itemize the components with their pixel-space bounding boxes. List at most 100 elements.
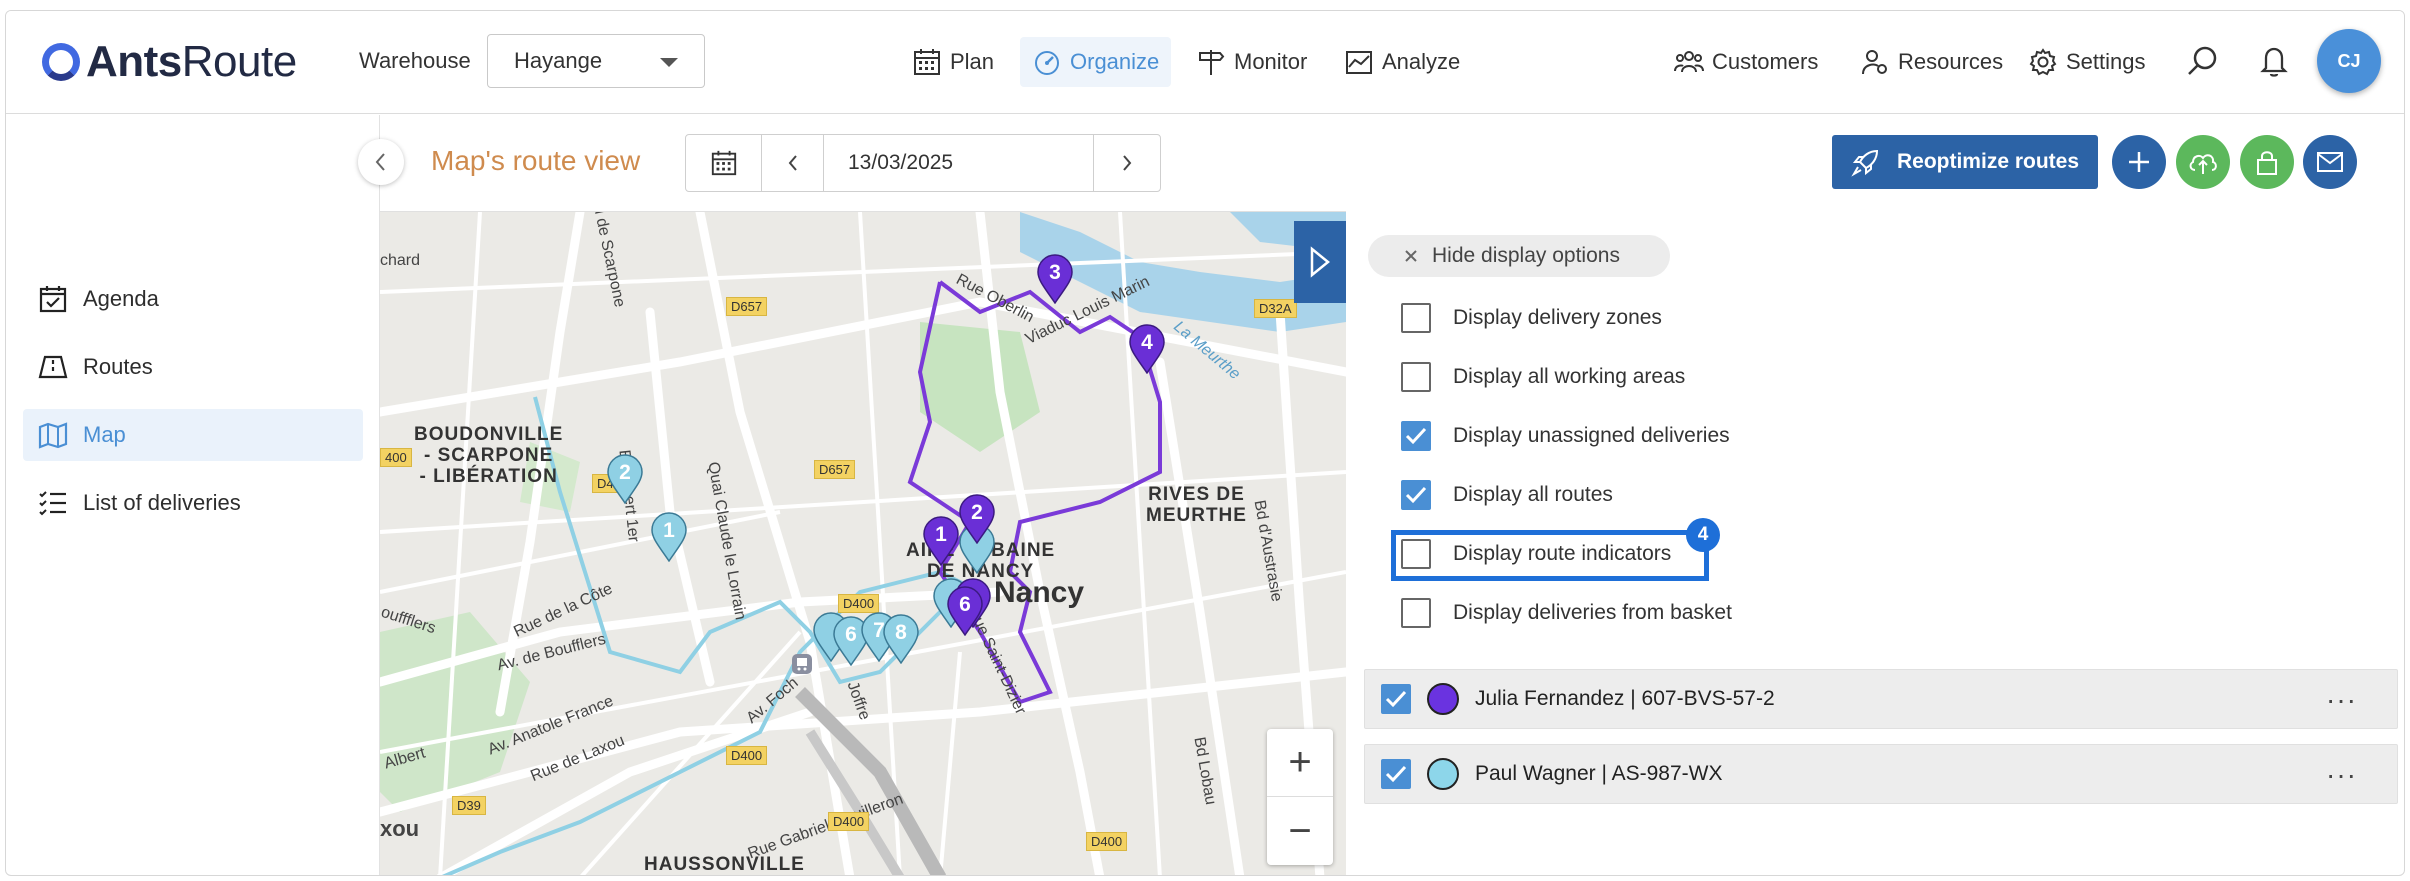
area-label-nancy: Nancy xyxy=(994,576,1085,609)
caret-down-icon xyxy=(660,58,678,67)
warehouse-select[interactable]: Hayange xyxy=(487,34,705,88)
nav-monitor[interactable]: Monitor xyxy=(1184,37,1319,87)
option-deliveries-from-basket[interactable]: Display deliveries from basket xyxy=(1401,593,1732,633)
svg-text:1: 1 xyxy=(935,523,947,546)
date-value[interactable]: 13/03/2025 xyxy=(824,135,1094,191)
sidebar-item-map[interactable]: Map xyxy=(23,409,363,461)
chevron-left-icon xyxy=(788,155,797,171)
area-label-haussonville: HAUSSONVILLE- BLANDAN xyxy=(644,854,805,875)
chevron-left-icon xyxy=(375,153,385,171)
agenda-icon xyxy=(39,286,67,313)
delivery-pin[interactable]: 8 xyxy=(882,614,920,664)
close-icon xyxy=(1405,250,1417,262)
svg-text:2: 2 xyxy=(971,501,983,524)
antsroute-logo[interactable]: AntsRoute xyxy=(42,37,297,87)
svg-text:1: 1 xyxy=(663,519,675,542)
train-station-icon xyxy=(792,654,812,674)
collapse-sidebar-button[interactable] xyxy=(358,139,404,185)
plus-icon xyxy=(2129,152,2149,172)
road-tag: D400 xyxy=(828,812,870,831)
delivery-pin[interactable]: 6 xyxy=(946,586,984,636)
users-icon xyxy=(1674,51,1704,73)
more-options-icon[interactable]: ··· xyxy=(2326,759,2357,791)
sidebar-item-agenda[interactable]: Agenda xyxy=(23,273,363,325)
svg-text:3: 3 xyxy=(1049,261,1061,284)
delivery-pin[interactable]: 2 xyxy=(958,494,996,544)
checkbox[interactable] xyxy=(1401,362,1431,392)
nav-resources[interactable]: Resources xyxy=(1848,37,2015,87)
option-unassigned-deliveries[interactable]: Display unassigned deliveries xyxy=(1401,416,1730,456)
zoom-in-button[interactable]: + xyxy=(1267,729,1333,797)
nav-plan[interactable]: Plan xyxy=(900,37,1006,87)
svg-text:8: 8 xyxy=(895,621,907,644)
svg-text:6: 6 xyxy=(959,593,971,616)
reoptimize-routes-button[interactable]: Reoptimize routes xyxy=(1832,135,2098,189)
checkbox-checked[interactable] xyxy=(1401,421,1431,451)
nav-organize[interactable]: Organize xyxy=(1020,37,1172,87)
signpost-icon xyxy=(1199,50,1225,75)
road-tag: 400 xyxy=(380,448,412,467)
area-label-rives-de-meurthe: RIVES DE MEURTHE xyxy=(1146,484,1247,526)
checkbox[interactable] xyxy=(1401,303,1431,333)
top-header: AntsRoute Warehouse Hayange Plan Organiz… xyxy=(6,11,2404,114)
option-all-routes[interactable]: Display all routes xyxy=(1401,475,1613,515)
map-canvas[interactable]: BOUDONVILLE- SCARPONE- LIBÉRATION AIRE U… xyxy=(380,211,1346,875)
svg-text:4: 4 xyxy=(1141,331,1153,354)
chevron-right-icon xyxy=(1123,155,1132,171)
route-row-paul-wagner[interactable]: Paul Wagner | AS-987-WX ··· xyxy=(1364,744,2398,804)
delivery-pin[interactable]: 1 xyxy=(650,512,688,562)
next-day-button[interactable] xyxy=(1094,135,1160,191)
delivery-pin[interactable]: 4 xyxy=(1128,324,1166,374)
avatar[interactable]: CJ xyxy=(2317,29,2381,93)
road-tag: D657 xyxy=(814,460,856,479)
add-button[interactable] xyxy=(2112,135,2166,189)
warehouse-value: Hayange xyxy=(514,48,603,73)
calendar-button[interactable] xyxy=(686,135,762,191)
email-button[interactable] xyxy=(2303,135,2357,189)
sidebar-item-list-of-deliveries[interactable]: List of deliveries xyxy=(23,477,363,529)
checkbox[interactable] xyxy=(1401,598,1431,628)
previous-day-button[interactable] xyxy=(762,135,824,191)
app-window: AntsRoute Warehouse Hayange Plan Organiz… xyxy=(5,10,2405,876)
road-tag: D400 xyxy=(726,746,768,765)
option-working-areas[interactable]: Display all working areas xyxy=(1401,357,1685,397)
nav-analyze[interactable]: Analyze xyxy=(1332,37,1472,87)
check-icon xyxy=(1405,427,1427,445)
zoom-controls: + − xyxy=(1267,729,1333,865)
checkbox-checked[interactable] xyxy=(1401,480,1431,510)
route-row-julia-fernandez[interactable]: Julia Fernandez | 607-BVS-57-2 ··· xyxy=(1364,669,2398,729)
notifications-button[interactable] xyxy=(2252,39,2296,83)
bell-icon xyxy=(2260,47,2288,77)
delivery-pin[interactable]: 3 xyxy=(1036,254,1074,304)
calendar-icon xyxy=(914,49,940,75)
map-icon xyxy=(38,422,68,449)
delivery-pin[interactable]: 2 xyxy=(606,454,644,504)
zoom-out-button[interactable]: − xyxy=(1267,797,1333,865)
lock-button[interactable] xyxy=(2240,135,2294,189)
calendar-icon xyxy=(711,150,736,176)
hide-display-options-button[interactable]: Hide display options xyxy=(1368,235,1670,277)
check-icon xyxy=(1385,765,1407,783)
delivery-pin[interactable]: 1 xyxy=(922,516,960,566)
road-tag: D39 xyxy=(452,796,486,815)
route-color-dot xyxy=(1427,758,1459,790)
sidebar-item-routes[interactable]: Routes xyxy=(23,341,363,393)
nav-settings[interactable]: Settings xyxy=(2016,37,2158,87)
upload-button[interactable] xyxy=(2176,135,2230,189)
checkbox-checked[interactable] xyxy=(1381,759,1411,789)
list-icon xyxy=(39,491,66,516)
mail-icon xyxy=(2317,152,2343,172)
cloud-upload-icon xyxy=(2189,154,2217,174)
nav-customers[interactable]: Customers xyxy=(1662,37,1830,87)
routes-icon xyxy=(38,355,68,379)
gear-icon xyxy=(2029,48,2057,76)
checkbox-checked[interactable] xyxy=(1381,684,1411,714)
check-icon xyxy=(1405,486,1427,504)
more-options-icon[interactable]: ··· xyxy=(2326,684,2357,716)
chart-icon xyxy=(1346,51,1372,74)
road-tag: D657 xyxy=(726,297,768,316)
svg-text:6: 6 xyxy=(845,623,857,646)
search-button[interactable] xyxy=(2181,39,2225,83)
expand-map-button[interactable] xyxy=(1294,221,1346,303)
option-delivery-zones[interactable]: Display delivery zones xyxy=(1401,298,1662,338)
